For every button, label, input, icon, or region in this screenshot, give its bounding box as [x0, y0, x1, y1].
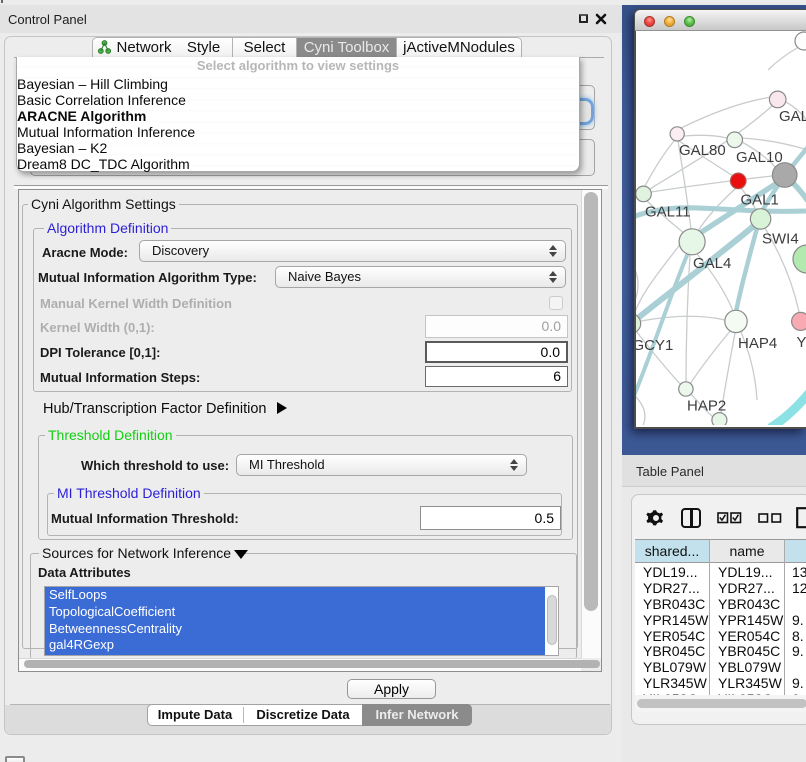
svg-text:GAL7: GAL7: [779, 108, 806, 125]
svg-text:GAL80: GAL80: [679, 142, 726, 159]
svg-text:HAP4: HAP4: [738, 335, 777, 352]
svg-text:GAL4: GAL4: [693, 255, 731, 272]
svg-text:GAL11: GAL11: [645, 204, 691, 221]
svg-text:Y: Y: [797, 334, 806, 351]
svg-text:GAL1: GAL1: [741, 192, 779, 209]
svg-text:GCY1: GCY1: [636, 337, 673, 354]
svg-text:HAP2: HAP2: [687, 398, 726, 415]
svg-text:SWI4: SWI4: [762, 231, 799, 248]
svg-text:GAL10: GAL10: [736, 149, 783, 166]
